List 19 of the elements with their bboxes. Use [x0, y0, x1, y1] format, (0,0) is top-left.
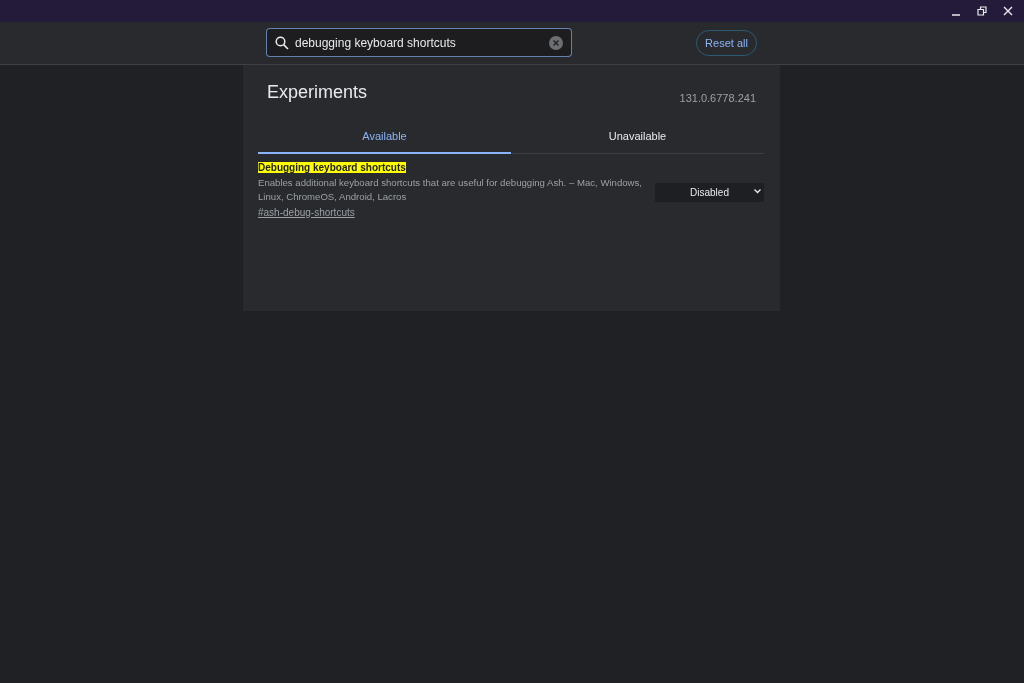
close-icon	[1003, 6, 1013, 16]
clear-button[interactable]	[549, 35, 563, 50]
search-icon	[275, 35, 289, 50]
search-input[interactable]: debugging keyboard shortcuts	[295, 35, 543, 50]
chevron-icon	[754, 189, 761, 194]
tab[interactable]: Available	[258, 120, 511, 154]
close-icon	[552, 38, 560, 47]
experiment-title: Debugging keyboard shortcuts	[258, 162, 406, 173]
tab[interactable]: Unavailable	[511, 120, 764, 154]
restore-icon	[977, 6, 987, 16]
minimize-icon	[952, 14, 960, 16]
reset-all-button[interactable]: Reset all	[696, 30, 757, 56]
version-text: 131.0.6778.241	[679, 92, 756, 104]
restore-button[interactable]	[974, 3, 990, 19]
state-dropdown[interactable]: Disabled	[655, 183, 764, 202]
search-field[interactable]: debugging keyboard shortcuts	[266, 28, 572, 57]
experiment-description: Enables additional keyboard shortcuts that are useful for debugging Ash. – Mac, Windows, Linux, ChromeOS, Android, Lacros	[258, 176, 643, 204]
experiment-link[interactable]: #ash-debug-shortcuts	[258, 207, 355, 218]
page-title: Experiments	[267, 82, 368, 103]
